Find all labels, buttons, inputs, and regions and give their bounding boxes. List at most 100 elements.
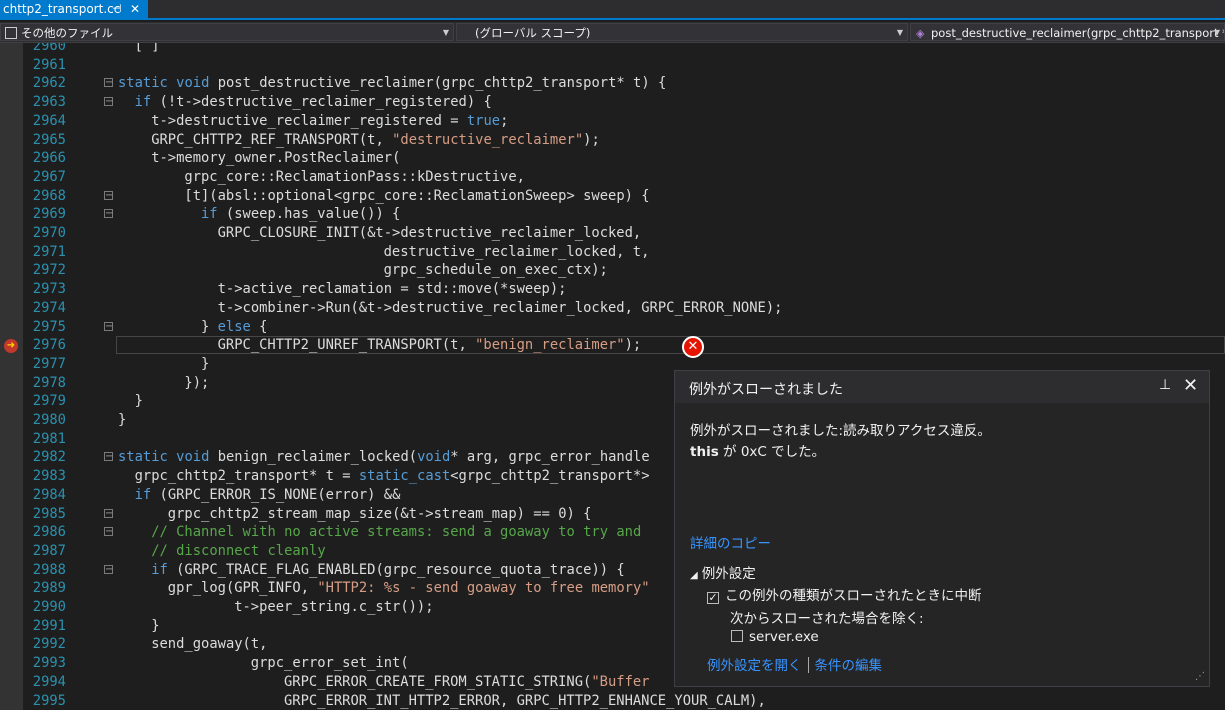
code-line[interactable]: 2967 grpc_core::ReclamationPass::kDestruc… [0, 168, 1225, 187]
line-number: 2977 [32, 355, 66, 372]
line-number: 2974 [32, 299, 66, 316]
line-number: 2976 [32, 337, 66, 354]
line-number: 2961 [32, 56, 66, 73]
code-text: grpc_error_set_int( [250, 655, 409, 672]
exception-helper-popup: 例外がスローされました ⊥ ✕ 例外がスローされました:読み取りアクセス違反。 … [674, 370, 1210, 687]
resize-grip-icon[interactable]: ⋰ [1195, 671, 1205, 682]
code-text: t->peer_string.c_str()); [234, 599, 434, 615]
code-line[interactable]: 2962 − static void post_destructive_reclai… [0, 74, 1225, 93]
break-when-thrown-row: ✓ この例外の種類がスローされたときに中断 [707, 584, 982, 604]
line-number: 2982 [32, 449, 66, 466]
code-text: } else { [201, 318, 268, 335]
break-when-thrown-checkbox[interactable]: ✓ [707, 592, 719, 604]
code-text: }); [184, 374, 210, 391]
code-line[interactable]: 2976 GRPC_CHTTP2_UNREF_TRANSPORT(t, "beni… [0, 336, 1225, 355]
fold-toggle-icon[interactable]: − [104, 508, 113, 518]
code-text: if (GRPC_TRACE_FLAG_ENABLED(grpc_resourc… [151, 561, 625, 578]
line-number: 2984 [32, 486, 66, 503]
line-number: 2992 [32, 636, 66, 653]
pin-icon[interactable]: ⊥ [1159, 377, 1171, 393]
popup-links: 例外設定を開く 条件の編集 [707, 654, 882, 674]
line-number: 2978 [32, 374, 66, 391]
fold-toggle-icon[interactable]: − [104, 78, 113, 88]
detail-keyword: this [690, 444, 719, 460]
copy-details-link[interactable]: 詳細のコピー [690, 532, 771, 552]
code-text: // Channel with no active streams: send … [151, 524, 642, 541]
file-icon [5, 27, 17, 39]
edit-conditions-link[interactable]: 条件の編集 [815, 658, 883, 674]
code-text: grpc_chttp2_stream_map_size(&t->stream_m… [167, 505, 592, 522]
fold-toggle-icon[interactable]: − [104, 97, 113, 107]
line-number: 2980 [32, 412, 66, 428]
line-number: 2969 [32, 206, 66, 223]
fold-toggle-icon[interactable]: − [104, 527, 113, 537]
fold-toggle-icon[interactable]: − [104, 452, 113, 462]
code-line[interactable]: 2975 −} else { [0, 318, 1225, 337]
line-number: 2962 [32, 75, 66, 92]
fold-toggle-icon[interactable]: − [104, 190, 113, 200]
line-number: 2987 [32, 542, 66, 559]
code-line[interactable]: 2971 destructive_reclaimer_locked, t, [0, 243, 1225, 262]
line-number: 2960 [32, 43, 66, 54]
code-text: t->memory_owner.PostReclaimer( [151, 150, 401, 167]
fold-toggle-icon[interactable]: − [104, 209, 113, 219]
code-text: GRPC_CHTTP2_UNREF_TRANSPORT(t, "benign_r… [217, 337, 642, 354]
tab-pin-icon[interactable]: ⊣ [112, 0, 122, 18]
code-text: t->destructive_reclaimer_registered = tr… [151, 112, 509, 129]
link-separator [807, 657, 809, 673]
code-text: GRPC_CLOSURE_INIT(&t->destructive_reclai… [217, 225, 642, 241]
project-dropdown-value: その他のファイル [21, 26, 113, 40]
exception-message: 例外がスローされました:読み取りアクセス違反。 [690, 423, 991, 439]
code-line[interactable]: 2970 GRPC_CLOSURE_INIT(&t->destructive_re… [0, 224, 1225, 243]
exception-settings-header[interactable]: ◢ 例外設定 [690, 562, 756, 582]
code-line[interactable]: 2973 t->active_reclamation = std::move(*s… [0, 280, 1225, 299]
code-line[interactable]: 2969 − if (sweep.has_value()) { [0, 205, 1225, 224]
close-icon[interactable]: ✕ [1183, 375, 1198, 396]
code-line[interactable]: 2968 − [t](absl::optional<grpc_core::Recla… [0, 187, 1225, 206]
scope-dropdown[interactable]: (グローバル スコープ) ▼ [456, 23, 908, 41]
code-line[interactable]: 2974 t->combiner->Run(&t->destructive_rec… [0, 299, 1225, 318]
line-number: 2994 [32, 673, 66, 690]
code-text: if (!t->destructive_reclaimer_registered… [134, 94, 492, 111]
code-text: send_goaway(t, [151, 636, 268, 653]
code-text: GRPC_ERROR_INT_HTTP2_ERROR, GRPC_HTTP2_E… [284, 692, 766, 709]
code-text: grpc_schedule_on_exec_ctx); [383, 262, 608, 279]
tab-close-icon[interactable]: ✕ [130, 0, 140, 18]
line-number: 2993 [32, 655, 66, 672]
code-line[interactable]: 2995 GRPC_ERROR_INT_HTTP2_ERROR, GRPC_HTT… [0, 692, 1225, 710]
open-exception-settings-link[interactable]: 例外設定を開く [707, 658, 802, 674]
line-number: 2979 [32, 393, 66, 410]
fold-toggle-icon[interactable]: − [104, 564, 113, 574]
line-number: 2991 [32, 617, 66, 634]
error-icon[interactable]: ✕ [682, 336, 704, 358]
code-line[interactable]: 2966 t->memory_owner.PostReclaimer( [0, 149, 1225, 168]
document-tab-strip: chttp2_transport.cc ⊣ ✕ [0, 0, 1225, 20]
current-statement-arrow-icon[interactable]: ➜ [4, 339, 18, 353]
line-number: 2970 [32, 225, 66, 241]
member-dropdown[interactable]: ◈ post_destructive_reclaimer(grpc_chttp2… [910, 23, 1225, 41]
code-line[interactable]: 2964 t->destructive_reclaimer_registered … [0, 112, 1225, 131]
detail-text: が 0xC でした。 [718, 444, 826, 460]
project-dropdown[interactable]: その他のファイル ▼ [0, 23, 454, 41]
line-number: 2981 [32, 430, 66, 447]
code-text: GRPC_CHTTP2_REF_TRANSPORT(t, "destructiv… [151, 131, 600, 148]
exception-detail: this が 0xC でした。 [690, 440, 825, 460]
code-line[interactable]: 2961 [0, 56, 1225, 75]
code-line[interactable]: 2960 [ ] [0, 43, 1225, 56]
code-line[interactable]: 2963 − if (!t->destructive_reclaimer_regis… [0, 93, 1225, 112]
code-line[interactable]: 2965 GRPC_CHTTP2_REF_TRANSPORT(t, "destru… [0, 131, 1225, 150]
fold-toggle-icon[interactable]: − [104, 321, 113, 331]
line-number: 2989 [32, 580, 66, 597]
code-text: // disconnect cleanly [151, 542, 326, 559]
line-number: 2963 [32, 94, 66, 111]
document-tab[interactable]: chttp2_transport.cc ⊣ ✕ [0, 0, 148, 18]
chevron-down-icon: ▼ [896, 28, 903, 37]
code-line[interactable]: 2972 grpc_schedule_on_exec_ctx); [0, 261, 1225, 280]
line-number: 2972 [32, 262, 66, 279]
line-number: 2983 [32, 468, 66, 485]
line-number: 2968 [32, 187, 66, 204]
except-from-label: 次からスローされた場合を除く: [730, 611, 924, 627]
line-number: 2964 [32, 112, 66, 129]
exception-header: 例外がスローされました ⊥ ✕ [675, 371, 1209, 403]
module-checkbox[interactable] [731, 630, 743, 642]
